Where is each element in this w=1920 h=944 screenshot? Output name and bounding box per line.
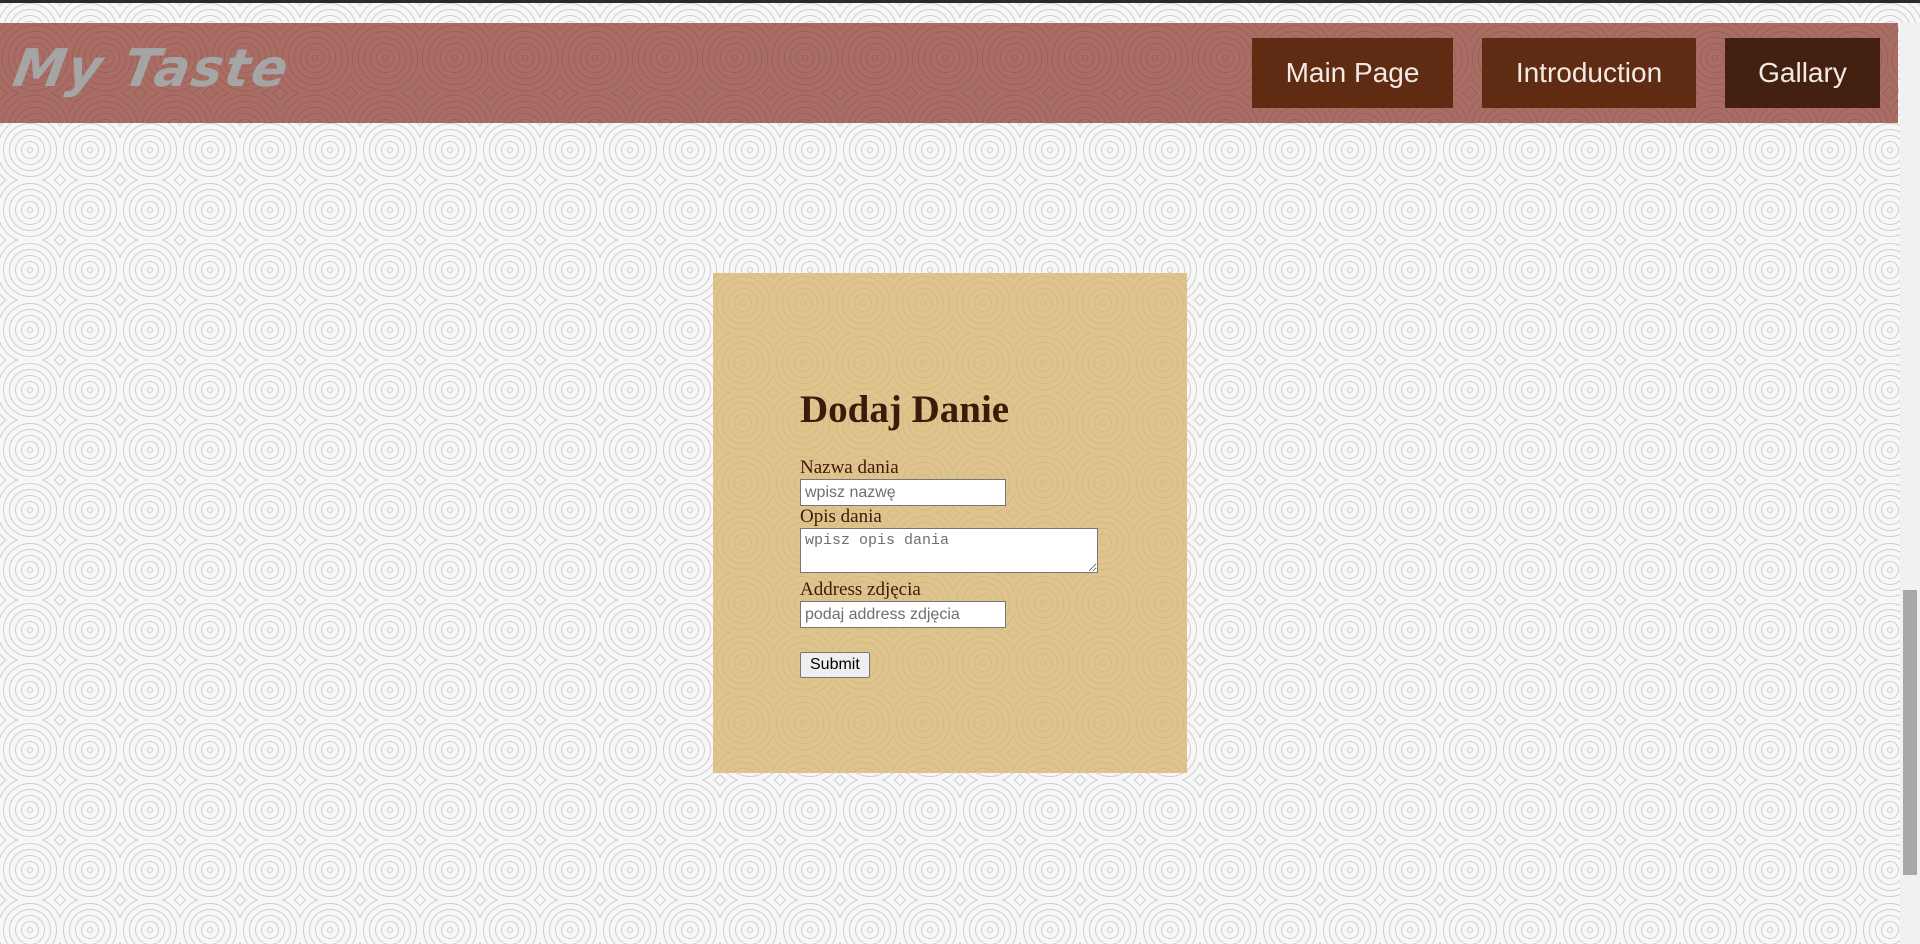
form-title: Dodaj Danie: [800, 388, 1010, 431]
add-dish-card: Dodaj Danie Nazwa dania Opis dania Addre…: [713, 273, 1187, 773]
nav-main-page-button[interactable]: Main Page: [1252, 38, 1453, 108]
top-border: [0, 0, 1920, 3]
submit-button[interactable]: Submit: [800, 652, 870, 678]
dish-description-textarea[interactable]: [800, 528, 1098, 573]
nav-gallary-button[interactable]: Gallary: [1725, 38, 1880, 108]
photo-address-input[interactable]: [800, 601, 1006, 628]
scrollbar-thumb[interactable]: [1903, 590, 1917, 875]
site-logo[interactable]: My Taste: [9, 39, 295, 99]
add-dish-form: Dodaj Danie Nazwa dania Opis dania Addre…: [800, 390, 1120, 678]
photo-address-label: Address zdjęcia: [800, 579, 921, 600]
nav-introduction-button[interactable]: Introduction: [1482, 38, 1696, 108]
dish-name-input[interactable]: [800, 479, 1006, 506]
site-header: My Taste Main Page Introduction Gallary: [0, 23, 1898, 123]
dish-name-label: Nazwa dania: [800, 457, 899, 478]
dish-description-label: Opis dania: [800, 506, 882, 527]
